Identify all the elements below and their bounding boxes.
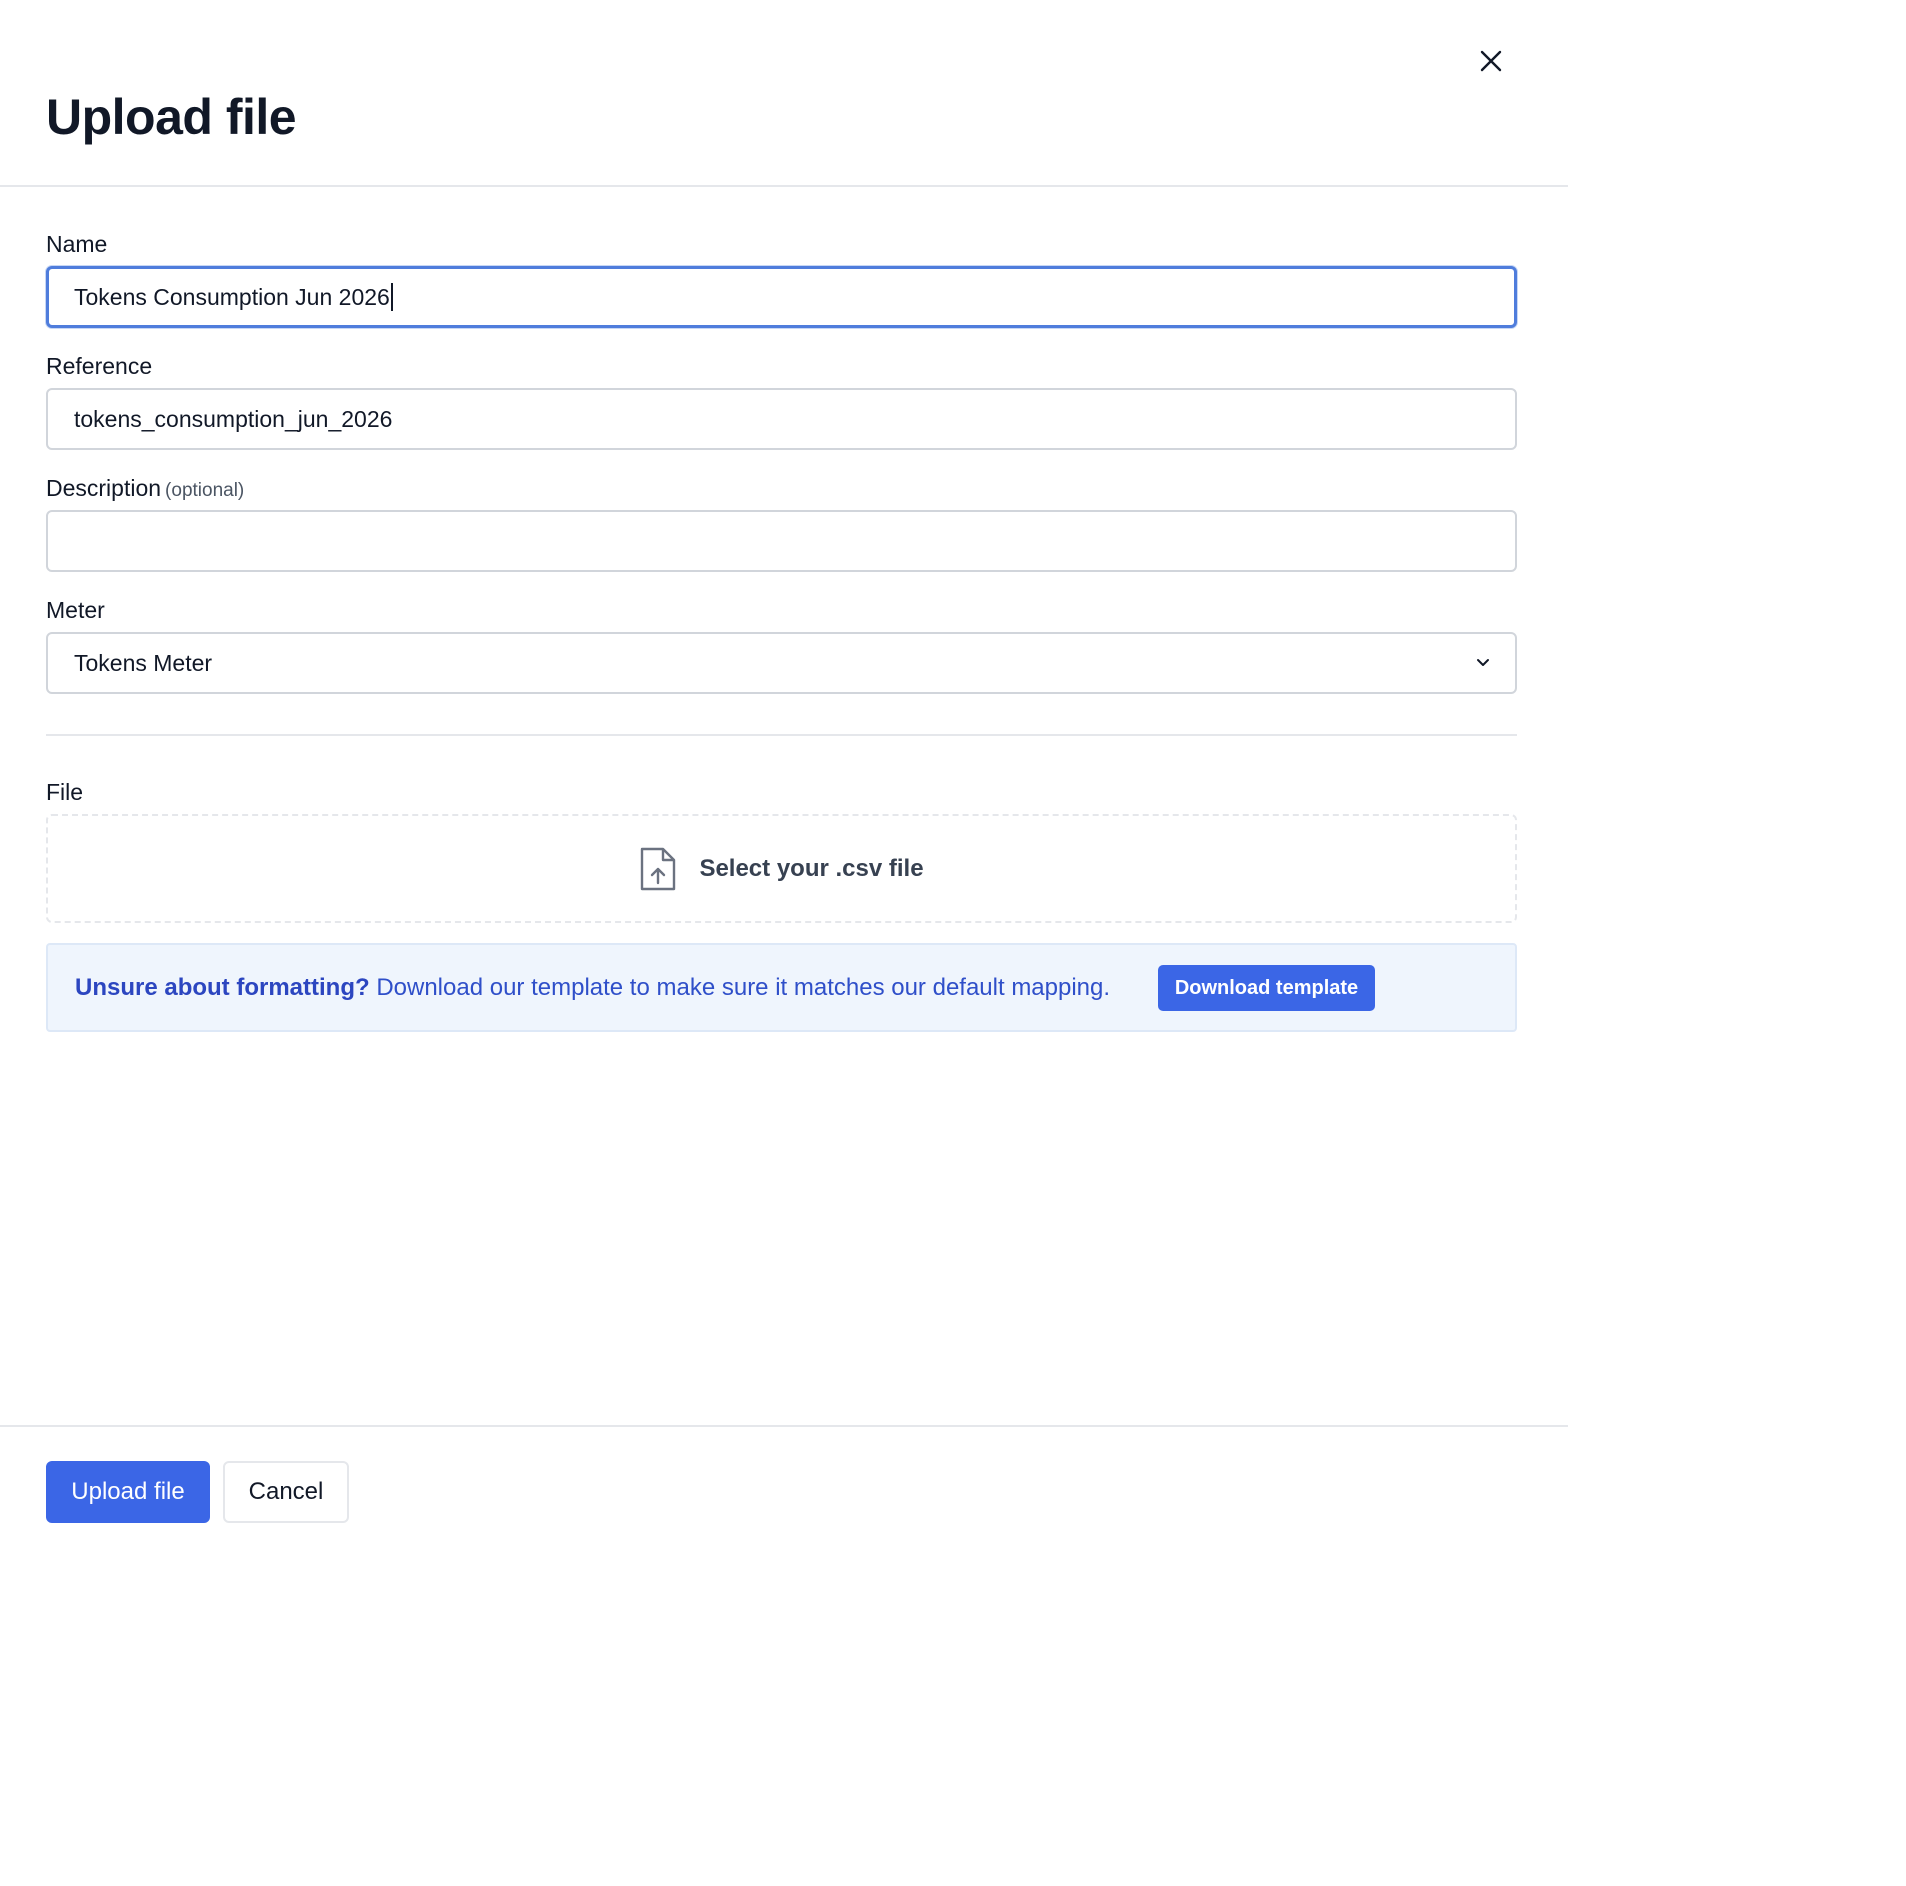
close-icon [1480, 50, 1502, 72]
optional-hint: (optional) [165, 480, 245, 501]
dialog-title: Upload file [46, 89, 297, 145]
cancel-button[interactable]: Cancel [223, 1461, 349, 1523]
file-upload-icon [641, 847, 676, 890]
notice-body: Download our template to make sure it ma… [369, 974, 1111, 1001]
reference-label: Reference [46, 353, 153, 379]
section-divider [46, 734, 1517, 736]
text-caret [390, 283, 393, 311]
dialog-footer: Upload file Cancel [0, 1425, 1568, 1551]
file-label: File [46, 779, 84, 805]
description-label: Description (optional) [46, 474, 244, 505]
reference-input-value: tokens_consumption_jun_2026 [74, 406, 393, 432]
meter-label: Meter [46, 597, 105, 623]
template-notice: Unsure about formatting? Download our te… [46, 943, 1517, 1032]
notice-text: Unsure about formatting? Download our te… [75, 973, 1110, 1003]
upload-file-dialog: Upload file Name Tokens Consumption Jun … [0, 0, 1568, 1551]
meter-select[interactable]: Tokens Meter [46, 632, 1517, 694]
name-input-value: Tokens Consumption Jun 2026 [74, 284, 390, 310]
meter-select-value: Tokens Meter [74, 650, 213, 676]
name-input[interactable]: Tokens Consumption Jun 2026 [46, 266, 1517, 328]
notice-strong: Unsure about formatting? [75, 974, 370, 1001]
name-label: Name [46, 231, 108, 257]
close-button[interactable] [1470, 40, 1512, 82]
description-input[interactable] [46, 510, 1517, 572]
dropzone-text: Select your .csv file [699, 854, 924, 882]
download-template-button[interactable]: Download template [1158, 965, 1375, 1011]
upload-file-button[interactable]: Upload file [46, 1461, 210, 1523]
file-dropzone[interactable]: Select your .csv file [46, 814, 1517, 923]
reference-input[interactable]: tokens_consumption_jun_2026 [46, 388, 1517, 450]
description-label-text: Description [46, 475, 162, 501]
chevron-down-icon [1477, 659, 1489, 666]
dialog-header: Upload file [0, 0, 1568, 187]
